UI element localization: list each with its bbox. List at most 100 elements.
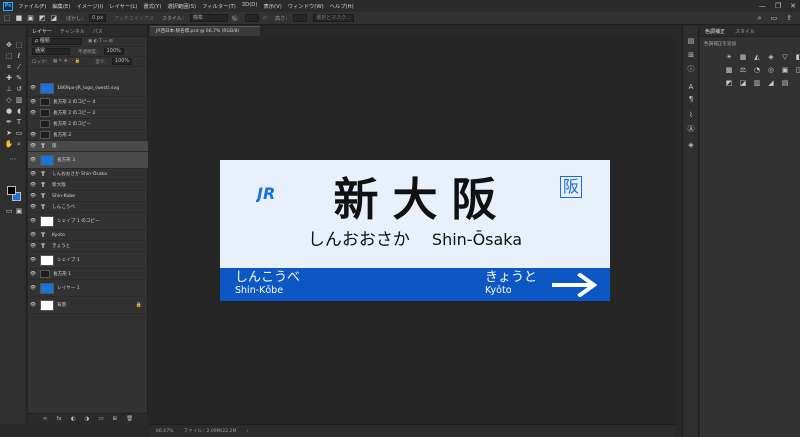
visibility-eye-icon[interactable]: 👁 — [28, 157, 38, 163]
tab-adjustments[interactable]: 色調補正 — [700, 28, 730, 35]
visibility-eye-icon[interactable]: 👁 — [28, 257, 38, 263]
type-tool-icon[interactable]: T — [14, 117, 24, 127]
layer-row[interactable]: 👁 T Kyoto — [28, 230, 148, 241]
style-select[interactable]: 標準 — [189, 14, 228, 22]
zoom-icon[interactable]: ⌕ — [14, 139, 24, 149]
rectangle-tool-icon[interactable]: ▭ — [14, 128, 24, 138]
tab-channels[interactable]: チャンネル — [56, 28, 89, 35]
visibility-eye-icon[interactable]: 👁 — [28, 182, 38, 188]
adjustment-icon[interactable]: ⚖ — [738, 65, 748, 75]
marquee-icon[interactable]: ⬚ — [4, 51, 14, 61]
lock-icons[interactable]: ▦ ✎ ✥ ⬚ 🔒 — [53, 59, 80, 64]
crop-icon[interactable]: ⌗ — [4, 62, 14, 72]
layer-row[interactable]: 👁 レイヤー 1 — [28, 280, 148, 297]
pen-icon[interactable]: ✒ — [4, 117, 14, 127]
kind-filter-select[interactable]: ρ 種類 — [32, 38, 82, 45]
visibility-eye-icon[interactable]: 👁 — [28, 285, 38, 291]
path-selection-icon[interactable]: ➤ — [4, 128, 14, 138]
intersect-selection-icon[interactable]: ◪ — [51, 14, 58, 22]
layer-row[interactable]: 👁 T しんこうべ — [28, 202, 148, 213]
adjustment-icon[interactable]: ◢ — [766, 78, 776, 88]
feather-input[interactable]: 0 px — [89, 14, 107, 22]
opacity-input[interactable]: 100% — [103, 48, 124, 55]
layer-row[interactable]: 👁 長方形 1 — [28, 269, 148, 280]
minimize-button[interactable]: — — [759, 2, 766, 10]
menu-item[interactable]: 編集(E) — [52, 2, 70, 10]
history-panel-icon[interactable]: ▤ — [686, 36, 696, 46]
visibility-eye-icon[interactable]: 👁 — [28, 193, 38, 199]
workspace-icon[interactable]: ▭ — [771, 14, 778, 23]
lasso-icon[interactable]: ℓ — [14, 51, 24, 61]
visibility-eye-icon[interactable]: 👁 — [28, 302, 38, 308]
properties-panel-icon[interactable]: ⊞ — [686, 50, 696, 60]
eraser-icon[interactable]: ◇ — [4, 95, 14, 105]
swap-icon[interactable]: ⇄ — [263, 15, 267, 21]
artboard-tool-icon[interactable]: ⬚ — [14, 40, 24, 50]
layer-row[interactable]: 👁 長方形 3 — [28, 152, 148, 169]
adjustment-icon[interactable]: ▩ — [724, 65, 734, 75]
menu-item[interactable]: 選択範囲(S) — [167, 2, 196, 10]
visibility-eye-icon[interactable]: 👁 — [28, 243, 38, 249]
dodge-icon[interactable]: ◖ — [14, 106, 24, 116]
menu-item[interactable]: レイヤー(L) — [109, 2, 137, 10]
screen-mode-icon[interactable]: ▣ — [14, 206, 24, 216]
adjustment-icon[interactable]: ◈ — [766, 52, 776, 62]
adjustment-icon[interactable]: ◭ — [752, 52, 762, 62]
healing-brush-icon[interactable]: ✚ — [4, 73, 14, 83]
layers-footer-icon[interactable]: ⊞ — [113, 416, 118, 422]
hand-icon[interactable]: ✋ — [4, 139, 14, 149]
3d-panel-icon[interactable]: ◈ — [686, 140, 696, 150]
menu-item[interactable]: ファイル(F) — [18, 2, 46, 10]
layers-footer-icon[interactable]: ∞ — [43, 416, 48, 422]
marquee-tool-icon[interactable]: ⬚ — [4, 14, 11, 22]
move-tool-icon[interactable]: ✥ — [4, 40, 14, 50]
layer-row[interactable]: 👁 背景 🔒 — [28, 297, 148, 314]
layer-row[interactable]: 👁 シェイプ 1 のコピー — [28, 213, 148, 230]
maximize-button[interactable]: ❐ — [775, 2, 781, 10]
visibility-eye-icon[interactable]: 👁 — [28, 132, 38, 138]
adjustment-icon[interactable]: ▣ — [780, 65, 790, 75]
select-and-mask-button[interactable]: 選択とマスク... — [313, 14, 354, 22]
antialias-checkbox[interactable]: アンチエイリアス — [114, 15, 154, 22]
share-icon[interactable]: ⇪ — [786, 14, 792, 23]
layer-row[interactable]: 👁 1869px-JR_logo_(west).svg — [28, 80, 148, 97]
menu-item[interactable]: イメージ(I) — [76, 2, 103, 10]
adjustment-icon[interactable]: ▥ — [752, 78, 762, 88]
paragraph-panel-icon[interactable]: ¶ — [686, 94, 696, 104]
adjustment-icon[interactable]: ☀ — [724, 52, 734, 62]
fill-input[interactable]: 100% — [111, 58, 133, 65]
blur-icon[interactable]: ● — [4, 106, 14, 116]
new-selection-icon[interactable]: ■ — [16, 14, 23, 22]
blend-mode-select[interactable]: 通常 — [32, 48, 70, 55]
menu-item[interactable]: ウィンドウ(W) — [288, 2, 324, 10]
adjustment-icon[interactable]: ◫ — [794, 65, 800, 75]
layers-footer-icon[interactable]: fx — [56, 416, 61, 422]
adjustment-icon[interactable]: ◎ — [766, 65, 776, 75]
visibility-eye-icon[interactable]: 👁 — [28, 99, 38, 105]
layer-row[interactable]: 👁 長方形 2 — [28, 130, 148, 141]
subtract-selection-icon[interactable]: ◩ — [39, 14, 46, 22]
info-panel-icon[interactable]: ⓘ — [686, 64, 696, 74]
layer-row[interactable]: 👁 長方形 2 のコピー 4 — [28, 97, 148, 108]
filter-icons[interactable]: ▣ ◐ T ▭ ⊞ — [88, 39, 113, 44]
foreground-color-swatch[interactable] — [7, 186, 16, 195]
menu-item[interactable]: 3D(D) — [242, 2, 258, 10]
tab-layers[interactable]: レイヤー — [28, 28, 56, 35]
layers-footer-icon[interactable]: 🗑 — [126, 416, 133, 422]
visibility-eye-icon[interactable]: 👁 — [28, 271, 38, 277]
gradient-icon[interactable]: ▥ — [14, 95, 24, 105]
layer-row[interactable]: 👁 シェイプ 1 — [28, 252, 148, 269]
tab-paths[interactable]: パス — [89, 28, 107, 35]
adjustment-icon[interactable]: ◪ — [738, 78, 748, 88]
layer-row[interactable]: 👁 T しんおおさか Shin-Ōsaka — [28, 169, 148, 180]
clone-stamp-icon[interactable]: ⊥ — [4, 84, 14, 94]
adjustment-icon[interactable]: ◔ — [752, 65, 762, 75]
adjustment-icon[interactable]: ▤ — [780, 78, 790, 88]
layer-row[interactable]: 👁 T Shin-Kobe — [28, 191, 148, 202]
eyedropper-icon[interactable]: ⁄ — [14, 62, 24, 72]
menu-item[interactable]: フィルター(T) — [202, 2, 236, 10]
layers-footer-icon[interactable]: ▭ — [98, 416, 103, 422]
tab-styles[interactable]: スタイル — [730, 28, 760, 35]
visibility-eye-icon[interactable]: 👁 — [28, 218, 38, 224]
menu-item[interactable]: 表示(V) — [263, 2, 281, 10]
